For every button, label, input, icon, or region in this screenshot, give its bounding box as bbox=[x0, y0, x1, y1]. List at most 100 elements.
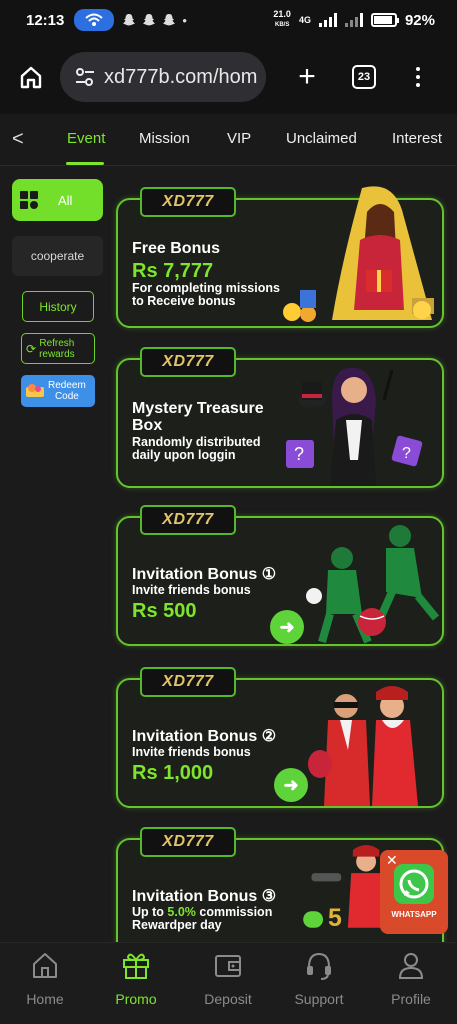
card-desc-pre: Up to bbox=[132, 905, 168, 919]
xd777-logo: XD777 bbox=[140, 347, 236, 377]
browser-home-button[interactable] bbox=[14, 60, 48, 94]
chevron-left-icon[interactable]: < bbox=[12, 128, 24, 151]
active-tab-indicator bbox=[66, 162, 104, 165]
nav-support[interactable]: Support bbox=[283, 949, 355, 1007]
category-all-button[interactable]: All bbox=[12, 179, 103, 221]
promo-card-free-bonus[interactable]: XD777 Free Bonus Rs 7,777 For completing… bbox=[116, 186, 444, 328]
tab-event[interactable]: Event bbox=[67, 130, 105, 147]
magician-illustration: ? ? bbox=[286, 367, 423, 486]
whatsapp-float-button[interactable]: ✕ WHATSAPP bbox=[380, 850, 448, 934]
user-icon bbox=[398, 953, 424, 979]
nav-promo[interactable]: Promo bbox=[100, 949, 172, 1007]
home-icon bbox=[33, 953, 57, 978]
tab-switcher-button[interactable]: 23 bbox=[352, 65, 376, 89]
nav-support-label: Support bbox=[294, 991, 344, 1007]
category-all-label: All bbox=[58, 192, 73, 208]
network-type: 4G bbox=[298, 15, 311, 25]
tab-mission[interactable]: Mission bbox=[139, 130, 190, 147]
net-speed: 21.0 KB/S bbox=[273, 10, 291, 30]
tab-vip[interactable]: VIP bbox=[227, 130, 251, 147]
headset-icon bbox=[307, 952, 331, 980]
svg-text:?: ? bbox=[294, 444, 304, 464]
commission-rate: 5.0% bbox=[167, 905, 196, 919]
battery-fill bbox=[373, 16, 393, 24]
battery-icon bbox=[370, 13, 399, 27]
card-title: Free Bonus bbox=[132, 240, 221, 257]
tab-unclaimed[interactable]: Unclaimed bbox=[286, 130, 357, 147]
net-speed-unit: KB/S bbox=[275, 22, 290, 28]
xd777-logo: XD777 bbox=[140, 187, 236, 217]
nav-profile-label: Profile bbox=[391, 991, 431, 1007]
url-text: xd777b.com/hom bbox=[104, 65, 258, 88]
snapchat-icon bbox=[123, 14, 136, 26]
snapchat-icon bbox=[163, 14, 176, 26]
bonus-lady-illustration bbox=[283, 186, 434, 322]
xd777-logo: XD777 bbox=[140, 505, 236, 535]
promo-card-invitation-bonus-3[interactable]: XD777 Invitation Bonus ③ Up to 5.0% comm… bbox=[116, 827, 448, 946]
share-arrow-icon[interactable]: ➜ bbox=[274, 768, 308, 802]
grid-icon bbox=[20, 191, 38, 209]
card-title-text: Invitation Bonus bbox=[132, 566, 258, 583]
share-arrow-icon[interactable]: ➜ bbox=[270, 610, 304, 644]
card-title-text: Invitation Bonus bbox=[132, 888, 258, 905]
battery-percent: 92% bbox=[404, 11, 435, 29]
screen: { "status_bar": { "time": "12:13", "net_… bbox=[0, 0, 457, 1024]
nav-deposit[interactable]: Deposit bbox=[192, 949, 264, 1007]
status-time: 12:13 bbox=[26, 11, 65, 29]
nav-deposit-label: Deposit bbox=[204, 991, 252, 1007]
nav-home[interactable]: Home bbox=[9, 949, 81, 1007]
card-title: Mystery Treasure Box bbox=[132, 400, 264, 434]
whatsapp-badge: WHATSAPP bbox=[391, 910, 437, 919]
svg-text:5: 5 bbox=[328, 905, 342, 932]
bottom-nav: Home Promo Deposit Support Profile bbox=[0, 942, 457, 1024]
card-title: Invitation Bonus ① bbox=[132, 564, 276, 584]
new-tab-button[interactable]: + bbox=[292, 60, 322, 94]
signal-icon bbox=[318, 13, 337, 27]
card-title: Invitation Bonus ② bbox=[132, 726, 276, 746]
card-amount: Rs 500 bbox=[132, 600, 197, 622]
redeem-code-label: Redeem Code bbox=[48, 380, 86, 402]
hotspot-icon bbox=[74, 9, 115, 31]
status-right: 21.0 KB/S 4G 92% bbox=[273, 10, 435, 30]
browser-menu-button[interactable] bbox=[416, 67, 420, 87]
card-description: For completing missions to Receive bonus bbox=[132, 281, 280, 308]
snapchat-icon bbox=[143, 14, 156, 26]
promo-card-invitation-bonus-1[interactable]: XD777 Invitation Bonus ① Invite friends … bbox=[116, 505, 444, 646]
card-title: Invitation Bonus ③ bbox=[132, 886, 276, 906]
xd777-logo: XD777 bbox=[140, 827, 236, 857]
whatsapp-icon bbox=[394, 864, 434, 904]
gift-icon bbox=[123, 953, 149, 979]
card-amount: Rs 7,777 bbox=[132, 260, 214, 282]
promo-card-invitation-bonus-2[interactable]: XD777 Invitation Bonus ② Invite friends … bbox=[116, 667, 444, 808]
notification-icons: • bbox=[122, 13, 187, 28]
signal-icon bbox=[344, 13, 363, 27]
card-description: Invite friends bonus bbox=[132, 583, 251, 597]
history-button[interactable]: History bbox=[22, 291, 94, 322]
nav-home-label: Home bbox=[26, 991, 64, 1007]
browser-toolbar: xd777b.com/hom + 23 bbox=[0, 40, 457, 114]
redeem-code-button[interactable]: Redeem Code bbox=[21, 375, 95, 407]
card-amount: Rs 1,000 bbox=[132, 762, 214, 784]
refresh-icon: ⟳ bbox=[26, 341, 37, 356]
refresh-rewards-button[interactable]: ⟳ Refresh rewards bbox=[21, 333, 95, 364]
wallet-icon bbox=[215, 955, 241, 977]
card-title-text: Invitation Bonus bbox=[132, 728, 258, 745]
net-speed-value: 21.0 bbox=[273, 9, 291, 19]
category-cooperate-button[interactable]: cooperate bbox=[12, 236, 103, 276]
address-bar[interactable]: xd777b.com/hom bbox=[60, 52, 266, 102]
promo-tabs: < Event Mission VIP Unclaimed Interest bbox=[0, 114, 457, 166]
svg-text:?: ? bbox=[402, 445, 411, 462]
coupon-icon bbox=[26, 384, 44, 397]
nav-promo-label: Promo bbox=[115, 991, 157, 1007]
home-icon bbox=[20, 66, 42, 89]
nav-profile[interactable]: Profile bbox=[375, 949, 447, 1007]
card-description: Invite friends bonus bbox=[132, 745, 251, 759]
refresh-rewards-label: Refresh rewards bbox=[39, 337, 75, 360]
site-settings-icon bbox=[76, 68, 94, 86]
promo-card-mystery-box[interactable]: XD777 Mystery Treasure Box Randomly dist… bbox=[116, 347, 444, 488]
xd777-logo: XD777 bbox=[140, 667, 236, 697]
more-notifications-dot-icon: • bbox=[182, 12, 187, 28]
card-description: Up to 5.0% commission Rewardper day bbox=[132, 906, 272, 932]
status-bar: 12:13 • 21.0 KB/S 4G 92% bbox=[0, 0, 457, 40]
tab-interest[interactable]: Interest bbox=[392, 130, 442, 147]
